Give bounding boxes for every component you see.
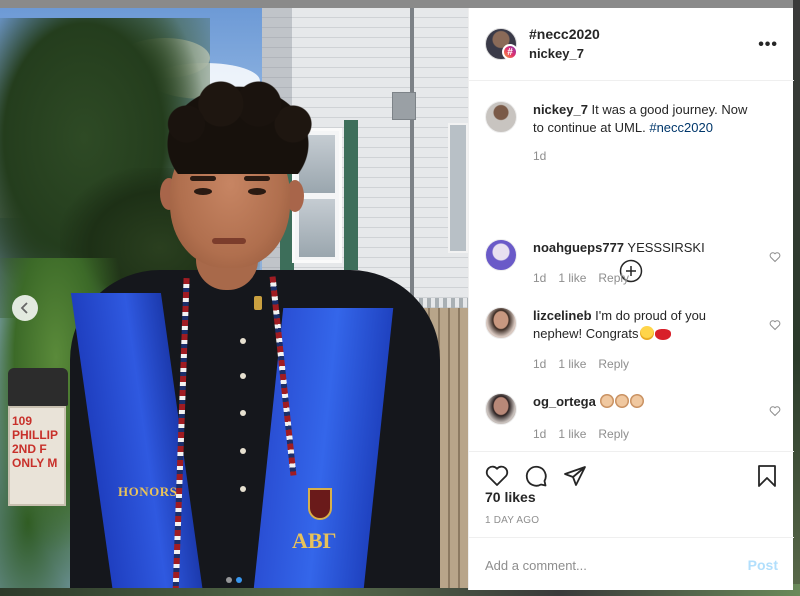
add-comment-bar: Post: [469, 537, 794, 590]
shirt-button: [240, 338, 246, 344]
pipe: [410, 8, 414, 308]
electric-meter: [392, 92, 416, 120]
post-username[interactable]: nickey_7: [529, 46, 584, 61]
shirt-button: [240, 486, 246, 492]
avatar[interactable]: [485, 393, 517, 425]
clapping-hands-icon: [600, 394, 615, 408]
shirt-button: [240, 448, 246, 454]
comment-username[interactable]: og_ortega: [533, 394, 596, 409]
mouth: [212, 238, 246, 244]
comment-time: 1d: [533, 357, 547, 371]
street-sign: 109 PHILLIP 2ND F ONLY M: [8, 406, 66, 506]
shutter: [344, 120, 358, 270]
comment-text: og_ortega: [533, 393, 753, 411]
stole-honors-text: HONORS: [118, 484, 178, 499]
comment-meta: 1d 1 like Reply: [533, 357, 629, 371]
comment-time: 1d: [533, 427, 547, 441]
eye: [248, 188, 266, 195]
right-edge: [793, 0, 800, 596]
reply-button[interactable]: Reply: [598, 357, 629, 371]
comment-meta: 1d 1 like Reply: [533, 271, 629, 285]
post-photo[interactable]: 109 PHILLIP 2ND F ONLY M HONORS ΑΒΓ: [0, 8, 468, 588]
caption-username[interactable]: nickey_7: [533, 102, 588, 117]
eye: [194, 188, 212, 195]
eyebrow: [190, 176, 216, 181]
eyebrow: [244, 176, 270, 181]
post-comment-button[interactable]: Post: [748, 557, 778, 573]
heart-icon[interactable]: [769, 319, 781, 331]
house-window: [448, 123, 468, 253]
carousel-indicator: [226, 577, 242, 583]
comment-likes[interactable]: 1 like: [558, 357, 586, 371]
bookmark-icon[interactable]: [755, 464, 779, 488]
avatar[interactable]: [485, 239, 517, 271]
mailbox: [8, 368, 68, 406]
comment-body: YESSSIRSKI: [624, 240, 705, 255]
hair: [152, 74, 324, 174]
comment-input[interactable]: [485, 555, 725, 575]
post-header: # #necc2020 nickey_7 •••: [469, 8, 794, 81]
carousel-prev-button[interactable]: [12, 295, 38, 321]
carousel-dot-active: [236, 577, 242, 583]
stole-greek-text: ΑΒΓ: [292, 528, 337, 553]
reply-button[interactable]: Reply: [598, 427, 629, 441]
comment-text: noahgueps777 YESSSIRSKI: [533, 239, 753, 257]
caption-time: 1d: [533, 149, 547, 163]
avatar[interactable]: [485, 307, 517, 339]
heart-icon[interactable]: [769, 405, 781, 417]
comment-time: 1d: [533, 271, 547, 285]
comments-list: nickey_7 It was a good journey. Now to c…: [469, 81, 794, 451]
comment-username[interactable]: noahgueps777: [533, 240, 624, 255]
shirt-button: [240, 410, 246, 416]
heart-icon[interactable]: [485, 464, 509, 488]
smiling-face-icon: [639, 326, 654, 340]
sign-text: 109 PHILLIP 2ND F ONLY M: [12, 414, 59, 470]
comment-likes[interactable]: 1 like: [558, 427, 586, 441]
kiss-lips-icon: [654, 329, 671, 340]
post-side-panel: # #necc2020 nickey_7 ••• nickey_7 It was…: [468, 8, 794, 590]
comment-icon[interactable]: [524, 464, 548, 488]
caption-text: nickey_7 It was a good journey. Now to c…: [533, 101, 753, 137]
heart-icon[interactable]: [769, 251, 781, 263]
caption-meta: 1d: [533, 149, 546, 163]
clapping-hands-icon: [630, 394, 645, 408]
hashtag-badge-icon: #: [502, 44, 518, 60]
post-hashtag[interactable]: #necc2020: [529, 26, 600, 42]
share-icon[interactable]: [563, 464, 587, 488]
crest-icon: [308, 488, 332, 520]
post-date: 1 DAY AGO: [485, 515, 540, 526]
likes-count[interactable]: 70 likes: [485, 489, 536, 505]
avatar[interactable]: [485, 101, 517, 133]
carousel-dot: [226, 577, 232, 583]
more-options-icon[interactable]: •••: [758, 36, 778, 54]
comment-meta: 1d 1 like Reply: [533, 427, 629, 441]
chevron-left-icon: [20, 302, 28, 314]
comment-body: [596, 394, 600, 409]
comment-likes[interactable]: 1 like: [558, 271, 586, 285]
comment-text: lizcelineb I'm do proud of you nephew! C…: [533, 307, 753, 343]
comment-username[interactable]: lizcelineb: [533, 308, 592, 323]
top-edge: [0, 0, 800, 8]
caption-hashtag[interactable]: #necc2020: [649, 120, 713, 135]
reply-button[interactable]: Reply: [598, 271, 629, 285]
shirt-button: [240, 373, 246, 379]
clapping-hands-icon: [615, 394, 630, 408]
collar-pin: [254, 296, 262, 310]
